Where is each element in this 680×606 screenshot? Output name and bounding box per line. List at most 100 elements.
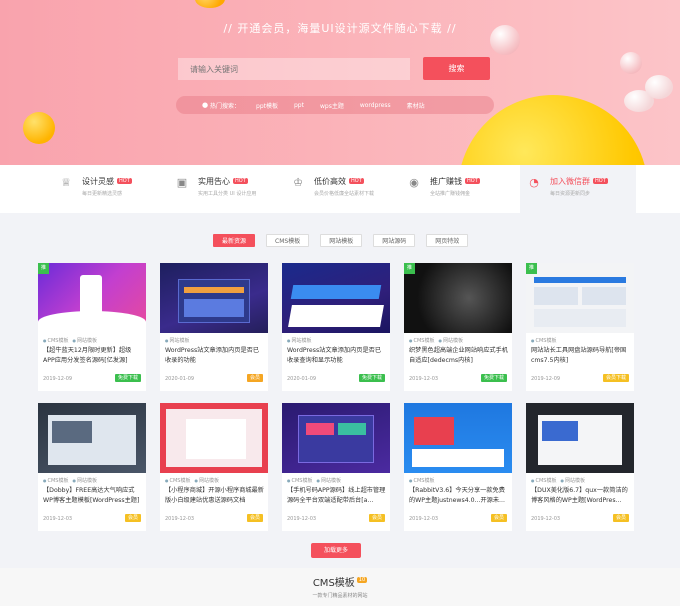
price-badge: 会员 xyxy=(246,374,263,382)
hot-search-term[interactable]: ppt模板 xyxy=(256,101,278,110)
card-title[interactable]: 【RabbitV3.6】今天分享一款免费的WP主题justnews4.0...开… xyxy=(409,486,508,506)
price-badge: 会员 xyxy=(124,514,141,522)
hot-search-term[interactable]: ppt xyxy=(294,102,304,109)
card-date: 2019-12-03 xyxy=(409,376,439,382)
card-thumbnail[interactable] xyxy=(282,263,390,333)
hot-badge: HOT xyxy=(117,178,132,184)
card-tags: CMS模板网站模板 xyxy=(165,477,220,484)
tab-cms[interactable]: CMS模板 xyxy=(266,234,310,247)
decor-ball xyxy=(620,52,642,74)
card-thumbnail[interactable] xyxy=(160,403,268,473)
feature-title: 低价高效 xyxy=(314,177,346,186)
tab-effects[interactable]: 网页特效 xyxy=(426,234,469,247)
card-title[interactable]: 织梦黑色超高端企业网站响应式手机自适应[dedecms内核] xyxy=(409,346,508,366)
tag[interactable]: CMS模板 xyxy=(531,337,557,344)
tag[interactable]: CMS模板 xyxy=(409,477,435,484)
card-title[interactable]: 网站站长工具网盘站源码导航[帝国cms7.5内核] xyxy=(531,346,630,366)
section-title-text: CMS模板 xyxy=(312,578,355,589)
card-date: 2019-12-03 xyxy=(43,516,73,522)
tag[interactable]: 网站模板 xyxy=(165,337,190,344)
load-more-button[interactable]: 加载更多 xyxy=(311,543,361,558)
feature-item[interactable]: ♔ 低价高效 HOT 会员价格低廉全站素材下载 xyxy=(290,165,406,213)
tag[interactable]: CMS模板 xyxy=(165,477,191,484)
feature-item[interactable]: ◉ 推广赚钱 HOT 全站推广赚钱佣金 xyxy=(406,165,522,213)
decor-ball xyxy=(195,0,225,8)
category-tabs: 最新资源 CMS模板 网站模板 网站源码 网页特效 xyxy=(213,234,469,247)
card-title[interactable]: 【手机号码APP源码】线上超市管理源码全平台双端适配带后台[a... xyxy=(287,486,386,506)
tag[interactable]: 网站模板 xyxy=(194,477,219,484)
tag[interactable]: 网站模板 xyxy=(560,477,585,484)
resource-card[interactable]: CMS模板网站模板 【Dobby】FREE高达大气响应式WP博客主题模板[Wor… xyxy=(38,403,146,531)
tag[interactable]: CMS模板 xyxy=(287,477,313,484)
card-title[interactable]: 【超牛蓝天12月限时更新】超级APP应用分发签名源码[亿发源] xyxy=(43,346,142,366)
hot-badge: HOT xyxy=(465,178,480,184)
tab-site-template[interactable]: 网站模板 xyxy=(320,234,363,247)
feature-bar: ♕ 设计灵感 HOT 每日更新精选灵感 ▣ 实用告心 HOT 实用工具分类 UI 设… xyxy=(0,165,680,213)
card-thumbnail[interactable] xyxy=(282,403,390,473)
tab-source[interactable]: 网站源码 xyxy=(373,234,416,247)
resource-card[interactable]: CMS模板网站模板 【手机号码APP源码】线上超市管理源码全平台双端适配带后台[… xyxy=(282,403,390,531)
resource-card[interactable]: CMS模板网站模板 【DUX美化版6.7】qux一款简洁的博客风格的WP主题[W… xyxy=(526,403,634,531)
card-title[interactable]: WordPress站文章添加内页是否已收录的功能 xyxy=(165,346,264,366)
feature-title: 设计灵感 xyxy=(82,177,114,186)
card-tags: CMS模板 xyxy=(531,337,557,344)
hot-badge: HOT xyxy=(349,178,364,184)
price-badge: 会员下载 xyxy=(602,374,629,382)
card-title[interactable]: 【Dobby】FREE高达大气响应式WP博客主题模板[WordPress主题] xyxy=(43,486,142,506)
feature-item[interactable]: ▣ 实用告心 HOT 实用工具分类 UI 设计应用 xyxy=(174,165,290,213)
resource-card[interactable]: 网站模板 WordPress站文章添加内页是否已收录的功能 2020-01-09… xyxy=(160,263,268,391)
card-thumbnail[interactable] xyxy=(526,403,634,473)
tag[interactable]: CMS模板 xyxy=(531,477,557,484)
chat-icon: ◔ xyxy=(529,176,539,189)
resource-card[interactable]: 推 CMS模板 网站站长工具网盘站源码导航[帝国cms7.5内核] 2019-1… xyxy=(526,263,634,391)
tag[interactable]: CMS模板 xyxy=(43,477,69,484)
feature-subtitle: 实用工具分类 UI 设计应用 xyxy=(198,191,257,197)
feature-subtitle: 会员价格低廉全站素材下载 xyxy=(314,191,375,197)
card-thumbnail[interactable] xyxy=(404,403,512,473)
card-tags: CMS模板网站模板 xyxy=(43,477,98,484)
tag[interactable]: 网站模板 xyxy=(287,337,312,344)
resource-card[interactable]: 推 CMS模板网站模板 【超牛蓝天12月限时更新】超级APP应用分发签名源码[亿… xyxy=(38,263,146,391)
feature-title: 加入微信群 xyxy=(550,177,590,186)
feature-subtitle: 每日资源更新同步 xyxy=(550,191,591,197)
resource-card[interactable]: 网站模板 WordPress站文章添加内页是否已收录查询和显示功能 2020-0… xyxy=(282,263,390,391)
price-badge: 会员 xyxy=(612,514,629,522)
hot-search-term[interactable]: 素材站 xyxy=(407,101,425,110)
tag[interactable]: 网站模板 xyxy=(316,477,341,484)
card-thumbnail[interactable]: 推 xyxy=(404,263,512,333)
search-button[interactable]: 搜索 xyxy=(423,57,490,80)
card-thumbnail[interactable]: 推 xyxy=(38,263,146,333)
card-tags: 网站模板 xyxy=(165,337,190,344)
card-thumbnail[interactable]: 推 xyxy=(526,263,634,333)
tag[interactable]: 网站模板 xyxy=(72,337,97,344)
hot-search-term[interactable]: wps主题 xyxy=(320,101,344,110)
decor-ball xyxy=(23,112,55,144)
tag[interactable]: 网站模板 xyxy=(72,477,97,484)
card-tags: CMS模板网站模板 xyxy=(531,477,586,484)
card-tags: CMS模板 xyxy=(409,477,435,484)
resource-card[interactable]: 推 CMS模板网站模板 织梦黑色超高端企业网站响应式手机自适应[dedecms内… xyxy=(404,263,512,391)
image-icon: ▣ xyxy=(176,176,188,189)
tag[interactable]: 网站模板 xyxy=(438,337,463,344)
card-date: 2019-12-09 xyxy=(531,376,561,382)
tab-latest[interactable]: 最新资源 xyxy=(213,234,256,247)
search-input[interactable] xyxy=(178,58,410,80)
card-tags: CMS模板网站模板 xyxy=(43,337,98,344)
resource-card[interactable]: CMS模板网站模板 【小程序商城】开源小程序商城最新版小白级建站优惠送源码文档[… xyxy=(160,403,268,531)
resource-card[interactable]: CMS模板 【RabbitV3.6】今天分享一款免费的WP主题justnews4… xyxy=(404,403,512,531)
tag[interactable]: CMS模板 xyxy=(43,337,69,344)
card-thumbnail[interactable] xyxy=(38,403,146,473)
flame-icon: ● xyxy=(202,101,209,109)
price-badge: 会员 xyxy=(246,514,263,522)
card-thumbnail[interactable] xyxy=(160,263,268,333)
price-badge: 会员 xyxy=(368,514,385,522)
feature-subtitle: 全站推广赚钱佣金 xyxy=(430,191,471,197)
card-title[interactable]: 【DUX美化版6.7】qux一款简洁的博客风格的WP主题[WordPres... xyxy=(531,486,630,506)
tag[interactable]: CMS模板 xyxy=(409,337,435,344)
feature-item[interactable]: ◔ 加入微信群 HOT 每日资源更新同步 xyxy=(520,165,636,213)
feature-item[interactable]: ♕ 设计灵感 HOT 每日更新精选灵感 xyxy=(58,165,174,213)
feature-subtitle: 每日更新精选灵感 xyxy=(82,191,123,197)
card-title[interactable]: 【小程序商城】开源小程序商城最新版小白级建站优惠送源码文档[Thin... xyxy=(165,486,264,506)
hot-search-term[interactable]: wordpress xyxy=(360,102,391,109)
card-title[interactable]: WordPress站文章添加内页是否已收录查询和显示功能 xyxy=(287,346,386,366)
